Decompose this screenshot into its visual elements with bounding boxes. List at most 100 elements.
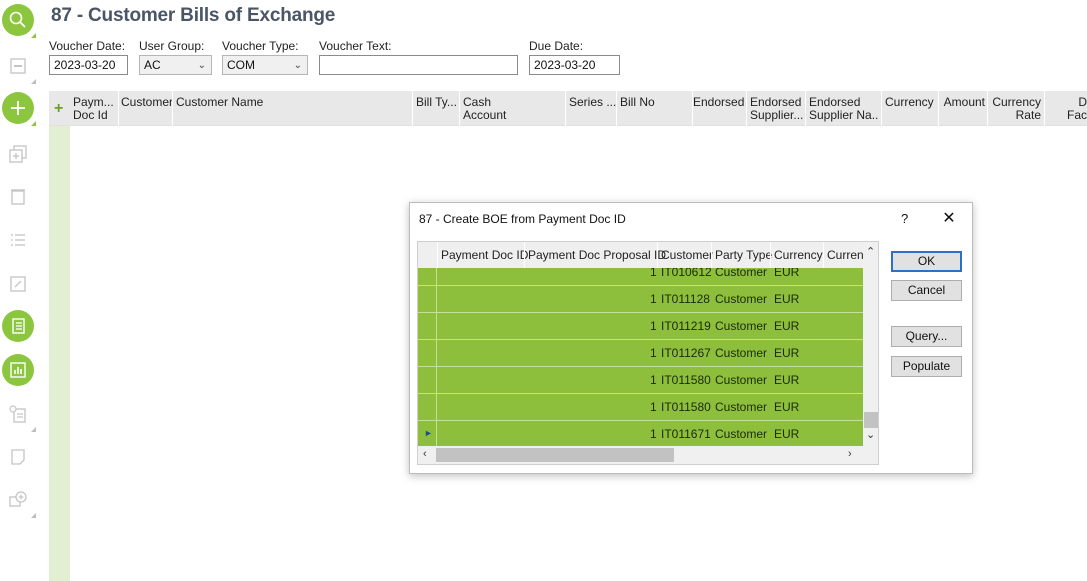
search-button[interactable] [2, 4, 36, 38]
column-header-payment-doc-id[interactable]: Payment Doc ID [441, 248, 528, 262]
close-icon[interactable]: ✕ [940, 208, 958, 228]
add-button[interactable] [2, 92, 36, 126]
list-icon [11, 234, 25, 246]
table-row[interactable]: 1 IT011267 Customer EUR [418, 340, 863, 367]
query-button[interactable]: Query... [891, 326, 962, 347]
column-header-payment-doc-proposal-id[interactable]: Payment Doc Proposal ID [528, 248, 666, 262]
user-group-select[interactable]: AC ⌄ [139, 55, 212, 75]
scroll-thumb[interactable] [436, 448, 674, 462]
table-row[interactable]: 1 IT011219 Customer EUR [418, 313, 863, 340]
cancel-button[interactable]: Cancel [891, 280, 962, 301]
column-header-series[interactable]: Series ... [569, 96, 617, 109]
column-header-currency[interactable]: Currency [774, 248, 823, 262]
add-row-icon[interactable]: + [54, 100, 63, 118]
discussion-button[interactable] [2, 484, 36, 518]
proposal-id-cell: 1 [650, 319, 657, 333]
dialog-grid: Payment Doc ID Payment Doc Proposal ID C… [417, 241, 879, 465]
horizontal-scrollbar[interactable]: ‹ › [418, 446, 878, 464]
column-header-line2: Rate [1015, 108, 1041, 122]
voucher-type-value: COM [227, 58, 255, 72]
column-header-customer[interactable]: Customer [121, 96, 173, 109]
delete-button[interactable] [2, 180, 34, 212]
currency-cell: EUR [774, 319, 800, 333]
list-button[interactable] [2, 224, 34, 256]
currency-cell: EUR [774, 427, 800, 441]
column-header-endorsed-supplier-name[interactable]: Endorsed Supplier Na... [809, 96, 879, 122]
table-row[interactable]: 1 IT011580 Customer EUR [418, 367, 863, 394]
voucher-text-label: Voucher Text: [319, 39, 392, 53]
ok-button[interactable]: OK [891, 251, 962, 272]
currency-cell: EUR [774, 373, 800, 387]
help-icon[interactable]: ? [901, 211, 908, 226]
column-header-bill-no[interactable]: Bill No [620, 96, 690, 109]
column-header-endorsed-supplier[interactable]: Endorsed Supplier... [750, 96, 804, 122]
duplicate-icon [9, 145, 27, 163]
column-header-currency[interactable]: Currency [885, 96, 937, 109]
chevron-down-icon[interactable]: ⌄ [866, 428, 875, 441]
vertical-scrollbar[interactable]: ⌃ ⌄ [863, 242, 878, 446]
document-list-button[interactable] [2, 310, 34, 342]
table-row[interactable]: 1 IT011580 Customer EUR [418, 394, 863, 421]
party-type-cell: Customer [715, 400, 768, 414]
user-group-label: User Group: [139, 39, 205, 53]
column-header-customer-name[interactable]: Customer Name [176, 96, 416, 109]
chevron-up-icon[interactable]: ⌃ [866, 245, 875, 258]
column-header-party-type[interactable]: Party Type [715, 248, 772, 262]
chevron-down-icon: ⌄ [293, 60, 302, 71]
column-header-line1: Currency [885, 96, 934, 109]
report-chart-button[interactable] [2, 354, 34, 386]
scroll-thumb[interactable] [864, 412, 878, 428]
customer-cell: IT011267 [661, 346, 711, 360]
column-header-customer[interactable]: Customer [661, 248, 713, 262]
populate-button[interactable]: Populate [891, 356, 962, 377]
column-header-currency-rate[interactable]: Curren [827, 248, 864, 262]
column-header-line1: Bill Ty... [416, 96, 457, 109]
table-row[interactable]: 1 IT011128 Customer EUR [418, 286, 863, 313]
table-row[interactable]: 1 IT010612 Customer EUR [418, 268, 863, 286]
party-type-cell: Customer [715, 346, 768, 360]
column-header-line1: Customer [121, 96, 173, 109]
column-header-payment-doc-id[interactable]: Paym... Doc Id [73, 96, 117, 122]
column-header-endorsed[interactable]: Endorsed [693, 96, 744, 109]
voucher-type-select[interactable]: COM ⌄ [222, 55, 308, 75]
table-row-current[interactable]: ► 1 IT011671 Customer EUR [418, 421, 863, 446]
search-icon [9, 11, 26, 28]
voucher-text-field[interactable] [319, 55, 518, 75]
proposal-id-cell: 1 [650, 373, 657, 387]
main-grid-row-header [49, 126, 70, 581]
column-header-cash-account[interactable]: Cash Account [463, 96, 563, 122]
expand-icon [10, 276, 26, 292]
chevron-left-icon[interactable]: ‹ [423, 448, 427, 460]
column-header-factor[interactable]: D Fac [1047, 96, 1087, 122]
column-header-line2: Fac [1066, 108, 1087, 122]
info-document-button[interactable] [2, 398, 36, 432]
due-date-field[interactable]: 2023-03-20 [529, 55, 620, 75]
delete-icon [11, 189, 25, 205]
dialog-grid-rows: 1 IT010612 Customer EUR 1 IT011128 Custo… [418, 268, 863, 446]
currency-cell: EUR [774, 292, 800, 306]
save-button[interactable] [2, 50, 36, 84]
column-header-line1: Bill No [620, 96, 655, 109]
column-header-line2: Doc Id [73, 108, 108, 122]
note-button[interactable] [2, 441, 34, 473]
column-header-line2: Supplier Na... [809, 108, 879, 122]
create-boe-dialog: 87 - Create BOE from Payment Doc ID ? ✕ … [409, 202, 973, 474]
due-date-label: Due Date: [529, 39, 584, 53]
voucher-date-field[interactable]: 2023-03-20 [49, 55, 128, 75]
chevron-down-icon: ⌄ [197, 60, 206, 71]
duplicate-button[interactable] [2, 138, 34, 170]
customer-cell: IT011580 [661, 373, 711, 387]
column-header-currency-rate[interactable]: Currency Rate [989, 96, 1041, 122]
customer-cell: IT011128 [661, 292, 710, 306]
chevron-right-icon[interactable]: › [848, 448, 852, 460]
customer-cell: IT011671 [661, 427, 711, 441]
report-chart-icon [10, 362, 26, 378]
expand-button[interactable] [2, 268, 34, 300]
customer-cell: IT011580 [661, 400, 711, 414]
column-header-line2: Supplier... [750, 108, 804, 122]
left-toolbar [0, 0, 38, 581]
page-title: 87 - Customer Bills of Exchange [51, 5, 336, 26]
column-header-amount[interactable]: Amount [939, 96, 985, 109]
info-document-icon [9, 405, 26, 423]
column-header-bill-type[interactable]: Bill Ty... [416, 96, 460, 109]
